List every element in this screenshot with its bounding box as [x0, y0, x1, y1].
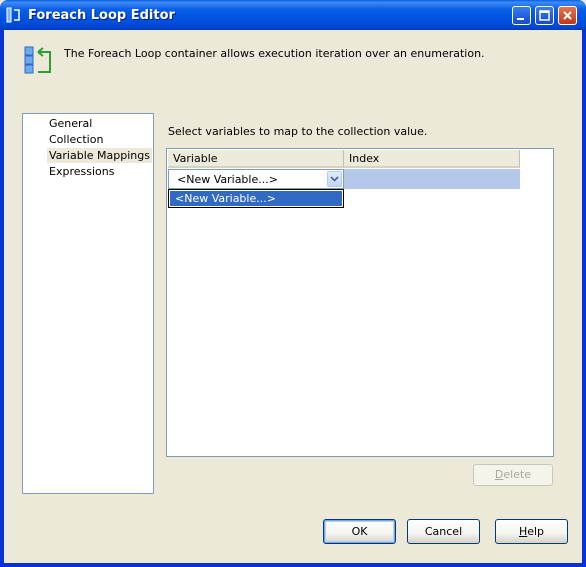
dropdown-option-new-variable[interactable]: <New Variable...>	[170, 191, 342, 206]
nav-item-variable-mappings[interactable]: Variable Mappings	[47, 148, 152, 163]
help-accel: H	[518, 525, 528, 538]
column-header-index[interactable]: Index	[344, 150, 520, 168]
close-button[interactable]	[558, 6, 577, 25]
header-description: The Foreach Loop container allows execut…	[64, 47, 485, 60]
nav-item-expressions[interactable]: Expressions	[47, 164, 116, 179]
delete-label-rest: elete	[503, 468, 532, 481]
cancel-button[interactable]: Cancel	[407, 519, 480, 544]
mapping-instruction: Select variables to map to the collectio…	[168, 125, 428, 138]
page-navigation-list: General Collection Variable Mappings Exp…	[22, 113, 154, 494]
maximize-icon	[539, 10, 550, 21]
close-icon	[563, 11, 572, 20]
foreach-loop-icon	[6, 7, 20, 23]
help-button[interactable]: Help	[495, 519, 568, 544]
variable-dropdown-list: <New Variable...>	[168, 189, 344, 208]
foreach-container-icon	[24, 46, 51, 74]
variable-combobox[interactable]: <New Variable...>	[168, 169, 344, 189]
nav-item-collection[interactable]: Collection	[47, 132, 105, 147]
index-cell[interactable]	[344, 169, 520, 189]
delete-button[interactable]: Delete	[473, 464, 553, 486]
variable-mappings-grid[interactable]: Variable Index <New Variable...> <New Va…	[166, 148, 554, 457]
title-bar[interactable]: Foreach Loop Editor	[0, 0, 586, 30]
window-title: Foreach Loop Editor	[28, 8, 175, 23]
variable-combobox-value: <New Variable...>	[177, 173, 278, 186]
minimize-button[interactable]	[512, 6, 531, 25]
maximize-button[interactable]	[535, 6, 554, 25]
column-header-variable[interactable]: Variable	[168, 150, 344, 168]
help-label-rest: elp	[527, 525, 545, 538]
ok-button[interactable]: OK	[323, 519, 396, 544]
combobox-dropdown-button[interactable]	[327, 171, 342, 187]
minimize-icon	[517, 18, 524, 20]
chevron-down-icon	[330, 176, 339, 182]
nav-item-general[interactable]: General	[47, 116, 94, 131]
